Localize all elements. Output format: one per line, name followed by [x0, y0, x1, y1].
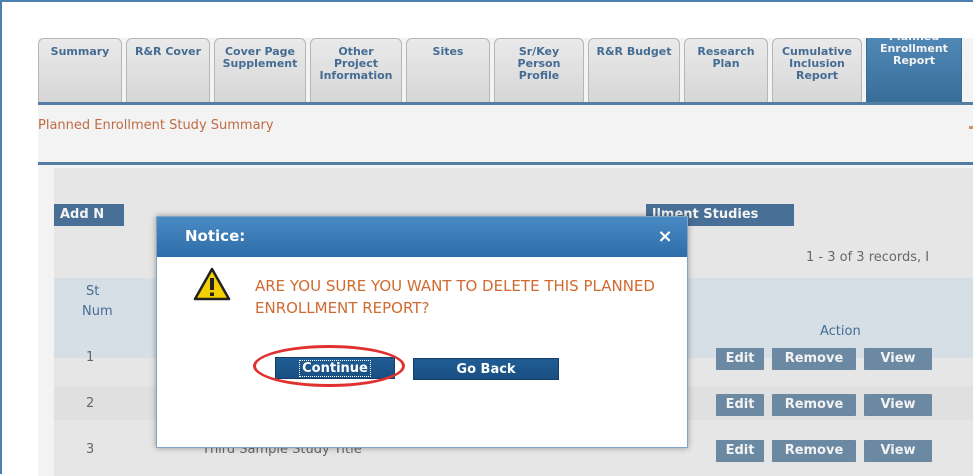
dialog-title: Notice: — [185, 227, 246, 245]
notice-dialog: Notice: × ARE YOU SURE YOU WANT TO DELET… — [156, 216, 688, 448]
app-frame: Summary R&R Cover Cover Page Supplement … — [0, 0, 973, 476]
go-back-button[interactable]: Go Back — [413, 358, 559, 380]
dialog-titlebar: Notice: × — [157, 217, 687, 257]
warning-icon — [193, 267, 231, 301]
highlight-circle — [253, 345, 405, 387]
page-content: Summary R&R Cover Cover Page Supplement … — [38, 38, 973, 476]
dialog-message: ARE YOU SURE YOU WANT TO DELETE THIS PLA… — [255, 277, 655, 317]
close-icon[interactable]: × — [655, 227, 675, 247]
